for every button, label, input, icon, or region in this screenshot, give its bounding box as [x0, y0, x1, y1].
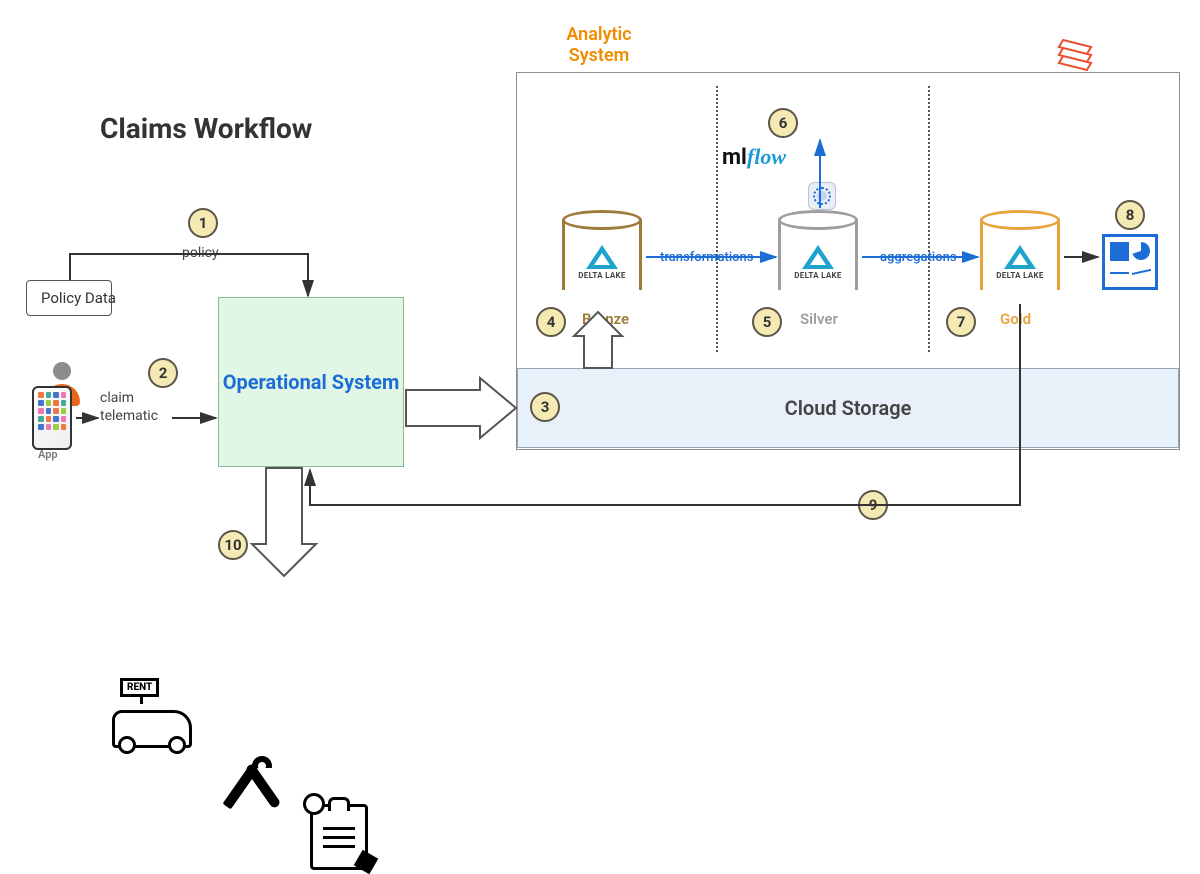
- bronze-tier-label: Bronze: [582, 310, 629, 328]
- gold-delta-label: DELTA LAKE: [996, 271, 1043, 280]
- delta-icon: [1004, 245, 1036, 269]
- ml-brain-icon: [808, 182, 836, 210]
- step-4: 4: [536, 307, 566, 337]
- phone-app-icon: [32, 386, 72, 450]
- app-label: App: [38, 448, 58, 461]
- operational-system-label: Operational System: [223, 370, 400, 394]
- policy-data-label: Policy Data: [41, 289, 97, 307]
- diagram-title: Claims Workflow: [100, 112, 312, 145]
- step-2: 2: [148, 358, 178, 388]
- transformations-label: transformations: [660, 250, 753, 265]
- mlflow-flow: flow: [747, 144, 786, 169]
- mlflow-logo: mlflow: [722, 144, 786, 170]
- step-5: 5: [752, 307, 782, 337]
- step-10: 10: [218, 530, 248, 560]
- policy-label: policy: [182, 245, 219, 261]
- gold-tier-label: Gold: [1000, 310, 1031, 328]
- step-7: 7: [946, 307, 976, 337]
- mlflow-ml: ml: [722, 145, 747, 170]
- audit-clipboard-icon: [310, 804, 368, 870]
- telematic-label: telematic: [100, 408, 158, 424]
- analytic-system-label: Analytic System: [544, 24, 654, 66]
- delta-icon: [586, 245, 618, 269]
- delta-icon: [802, 245, 834, 269]
- silver-cylinder: DELTA LAKE: [778, 210, 858, 300]
- cloud-storage-label: Cloud Storage: [785, 396, 912, 420]
- step-8: 8: [1115, 200, 1145, 230]
- divider-bronze-silver: [716, 86, 718, 352]
- claim-label: claim: [100, 390, 134, 406]
- operational-system-box: Operational System: [218, 297, 404, 467]
- gold-cylinder: DELTA LAKE: [980, 210, 1060, 300]
- databricks-icon: [1060, 42, 1090, 72]
- cloud-storage-box: Cloud Storage: [517, 368, 1179, 448]
- policy-data-box: Policy Data: [26, 280, 112, 316]
- step-1: 1: [188, 208, 218, 238]
- bronze-delta-label: DELTA LAKE: [578, 271, 625, 280]
- analytic-system-text: Analytic System: [566, 24, 631, 66]
- rental-car-icon: RENT: [112, 678, 192, 748]
- silver-tier-label: Silver: [800, 310, 838, 328]
- step-9: 9: [858, 490, 888, 520]
- divider-silver-gold: [928, 86, 930, 352]
- rent-sign: RENT: [120, 678, 159, 697]
- tools-icon: [224, 758, 280, 814]
- bronze-cylinder: DELTA LAKE: [562, 210, 642, 300]
- aggregations-label: aggregations: [880, 250, 957, 265]
- silver-delta-label: DELTA LAKE: [794, 271, 841, 280]
- step-3: 3: [530, 392, 560, 422]
- step-6: 6: [768, 108, 798, 138]
- dashboard-icon: [1102, 234, 1158, 290]
